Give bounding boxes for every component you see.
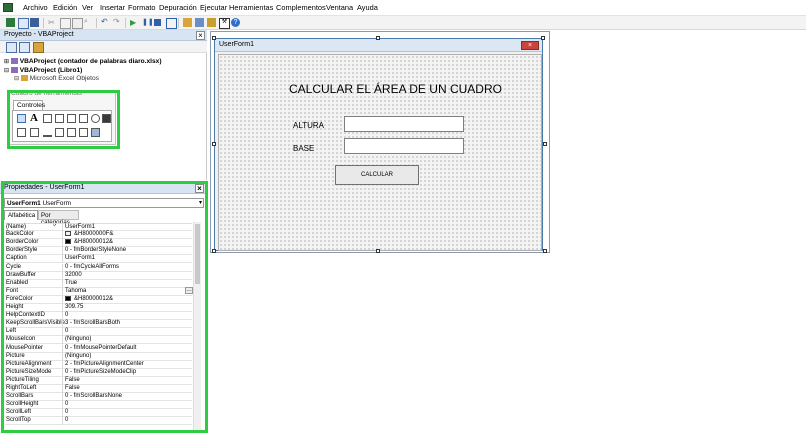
expand-icon[interactable]: ⊞ <box>4 59 9 65</box>
close-icon[interactable]: × <box>196 31 205 40</box>
view-code-icon[interactable] <box>6 42 17 53</box>
resize-handle[interactable] <box>376 249 380 253</box>
menu-ayuda[interactable]: Ayuda <box>357 3 378 12</box>
properties-window-icon[interactable] <box>195 18 204 27</box>
copy-icon[interactable] <box>60 18 71 29</box>
resize-handle[interactable] <box>541 36 545 40</box>
menu-edicion[interactable]: Edición <box>53 3 77 12</box>
project-tree-item[interactable]: ⊟ VBAProject (Libro1) <box>4 67 82 74</box>
insert-userform-icon[interactable] <box>18 18 29 29</box>
base-textbox[interactable] <box>344 138 464 154</box>
userform-title: UserForm1 <box>215 39 542 52</box>
paste-icon[interactable] <box>72 18 83 29</box>
standard-toolbar: ✂ ⌕ ↶ ↷ ▶ ❚❚ ⚒ ? <box>0 16 806 30</box>
resize-handle[interactable] <box>212 249 216 253</box>
highlight-box-properties <box>1 181 208 433</box>
project-explorer-icon[interactable] <box>183 18 192 27</box>
project-tree-item[interactable]: ⊞ VBAProject (contador de palabras diaro… <box>4 58 162 65</box>
find-icon[interactable]: ⌕ <box>84 18 93 27</box>
menu-ver[interactable]: Ver <box>82 3 93 12</box>
altura-textbox[interactable] <box>344 116 464 132</box>
menu-ventana[interactable]: Ventana <box>326 3 353 12</box>
menu-depuracion[interactable]: Depuración <box>159 3 197 12</box>
run-icon[interactable]: ▶ <box>130 18 139 27</box>
resize-handle[interactable] <box>543 249 547 253</box>
menu-herramientas[interactable]: Herramientas <box>229 3 273 12</box>
collapse-icon[interactable]: ⊟ <box>4 68 9 74</box>
save-icon[interactable] <box>30 18 39 27</box>
calcular-button[interactable]: CALCULAR <box>335 165 419 185</box>
view-excel-icon[interactable] <box>6 18 15 27</box>
resize-handle[interactable] <box>212 142 216 146</box>
cut-icon[interactable]: ✂ <box>48 18 57 27</box>
vba-project-icon <box>10 58 18 65</box>
menu-insertar[interactable]: Insertar <box>100 3 125 12</box>
resize-handle[interactable] <box>376 36 380 40</box>
menu-formato[interactable]: Formato <box>128 3 156 12</box>
collapse-icon[interactable]: ⊟ <box>14 76 19 82</box>
highlight-box-toolbox <box>7 90 120 149</box>
undo-icon[interactable]: ↶ <box>101 18 110 27</box>
menu-archivo[interactable]: Archivo <box>23 3 48 12</box>
reset-icon[interactable] <box>154 19 161 26</box>
resize-handle[interactable] <box>543 142 547 146</box>
project-explorer-title: Proyecto - VBAProject <box>0 30 207 41</box>
project-tree-item[interactable]: ⊟ Microsoft Excel Objetos <box>14 75 99 82</box>
userform-canvas[interactable]: CALCULAR EL ÁREA DE UN CUADRO ALTURA BAS… <box>218 54 542 251</box>
userform-window[interactable]: UserForm1 × CALCULAR EL ÁREA DE UN CUADR… <box>214 38 543 251</box>
redo-icon[interactable]: ↷ <box>113 18 122 27</box>
design-mode-icon[interactable] <box>166 18 177 29</box>
help-icon[interactable]: ? <box>231 18 240 27</box>
toolbar-separator <box>125 18 126 28</box>
label-altura[interactable]: ALTURA <box>293 121 324 130</box>
project-explorer-toolbar <box>0 41 207 53</box>
break-icon[interactable]: ❚❚ <box>142 18 154 27</box>
heading-label[interactable]: CALCULAR EL ÁREA DE UN CUADRO <box>289 82 502 96</box>
label-base[interactable]: BASE <box>293 144 314 153</box>
toolbar-separator <box>43 18 44 28</box>
toolbar-separator <box>96 18 97 28</box>
close-icon[interactable]: × <box>521 41 539 50</box>
object-browser-icon[interactable] <box>207 18 216 27</box>
menu-bar: Archivo Edición Ver Insertar Formato Dep… <box>0 0 806 16</box>
toolbox-icon[interactable]: ⚒ <box>219 18 230 29</box>
menu-complementos[interactable]: Complementos <box>276 3 326 12</box>
vba-project-icon <box>10 67 18 74</box>
view-object-icon[interactable] <box>19 42 30 53</box>
toolbar-separator <box>178 18 179 28</box>
excel-app-icon[interactable] <box>3 3 13 12</box>
resize-handle[interactable] <box>212 36 216 40</box>
toggle-folders-icon[interactable] <box>33 42 44 53</box>
menu-ejecutar[interactable]: Ejecutar <box>200 3 227 12</box>
folder-icon <box>20 75 28 82</box>
